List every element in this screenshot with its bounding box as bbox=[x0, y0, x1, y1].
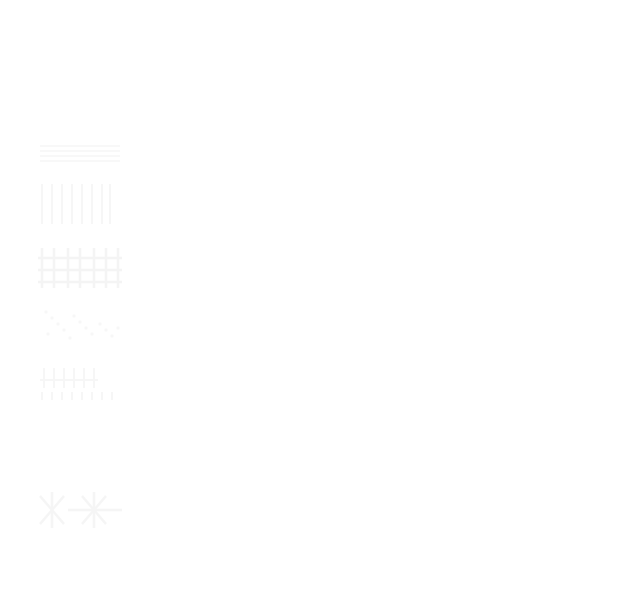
picket-pattern-swatch[interactable] bbox=[34, 362, 126, 406]
horizontal-lines-icon bbox=[40, 145, 120, 162]
diagonal-dots-pattern-swatch[interactable] bbox=[34, 306, 126, 346]
vertical-lines-pattern-swatch[interactable] bbox=[34, 182, 126, 226]
vertical-lines-icon bbox=[41, 184, 111, 224]
pattern-swatch-list bbox=[34, 136, 126, 536]
horizontal-lines-pattern-swatch[interactable] bbox=[34, 140, 126, 164]
diagonal-dots-icon bbox=[44, 310, 120, 340]
cross-hatch-pattern-swatch[interactable] bbox=[34, 488, 126, 532]
picket-icon bbox=[40, 368, 113, 400]
blank-canvas bbox=[0, 0, 638, 598]
grid-pattern-swatch[interactable] bbox=[34, 246, 126, 290]
grid-icon bbox=[38, 248, 122, 288]
cross-hatch-icon bbox=[39, 492, 122, 528]
